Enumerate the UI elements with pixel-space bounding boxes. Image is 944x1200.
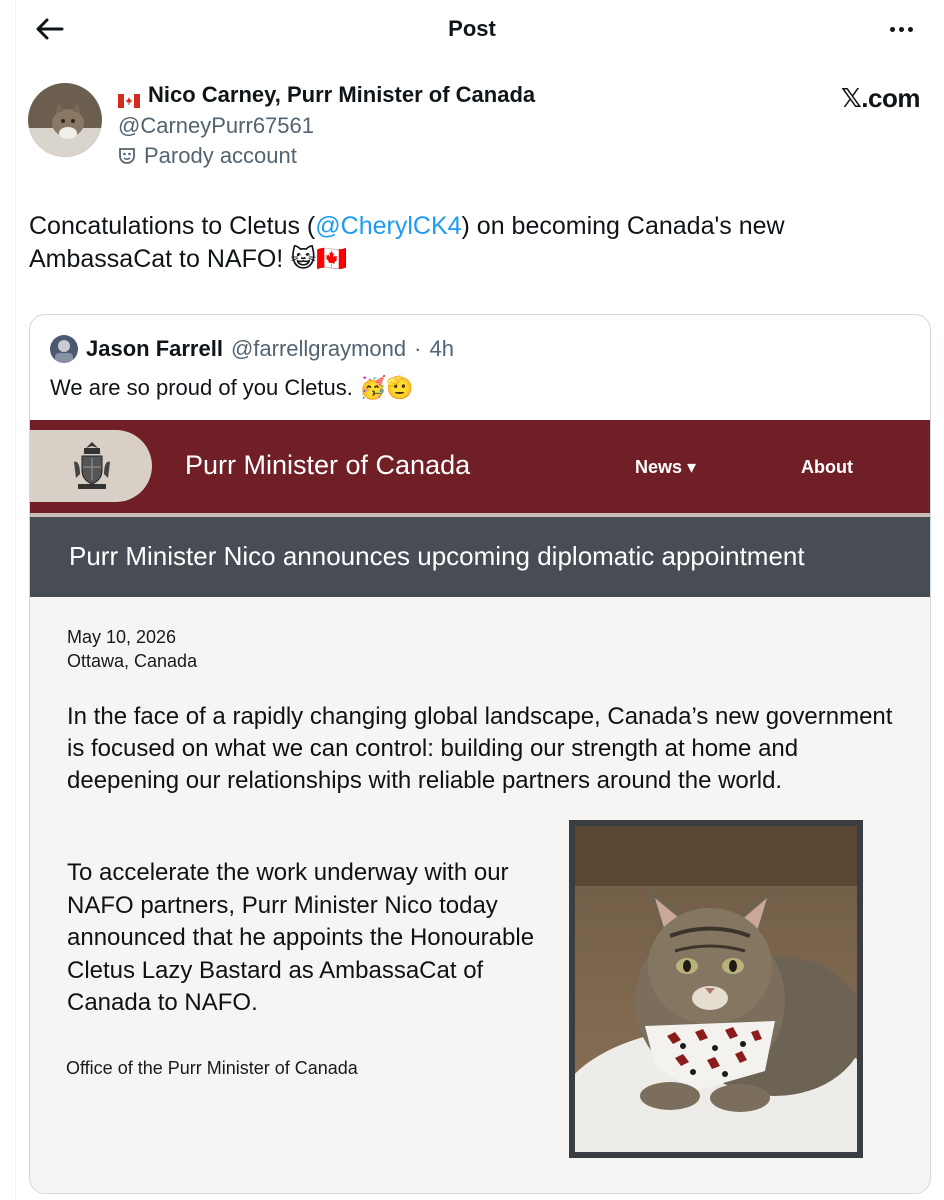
article-paragraph-1: In the face of a rapidly changing global… [67,703,893,794]
quote-text: We are so proud of you Cletus. 🥳🫡 [50,375,414,400]
quote-header: Jason Farrell @farrellgraymond · 4h [50,335,454,363]
crest-tab [30,430,152,502]
quote-time: 4h [429,336,454,361]
page-title: Post [448,16,496,41]
quote-avatar[interactable] [50,335,78,363]
nav-about: About [801,457,853,477]
parody-label: Parody account [144,143,297,168]
headline-band: Purr Minister Nico announces upcoming di… [30,517,930,597]
coat-of-arms-icon [74,442,110,489]
quote-author-handle: @farrellgraymond [230,336,407,361]
article-headline: Purr Minister Nico announces upcoming di… [69,541,805,571]
embedded-screenshot[interactable]: Purr Minister of Canada News ▾ About Pur… [30,420,930,1193]
article-location: Ottawa, Canada [67,651,198,671]
site-banner: Purr Minister of Canada News ▾ About [30,420,930,513]
article-paragraph-2: To accelerate the work underway with our… [67,859,535,1016]
author-avatar[interactable] [28,83,102,157]
cat-photo [569,820,863,1158]
post-text: Concatulations to Cletus (@CherylCK4) on… [29,212,785,273]
site-title: Purr Minister of Canada [185,450,471,480]
article-signature: Office of the Purr Minister of Canada [66,1058,358,1078]
author-handle[interactable]: @CarneyPurr67561 [118,113,314,139]
author-name: Nico Carney, Purr Minister of Canada [148,82,536,107]
cat-illustration [575,826,857,1152]
canada-flag-icon [118,88,140,108]
more-options-icon [889,26,895,32]
top-bar: Post [0,0,944,60]
parody-badge: Parody account [118,143,297,169]
quote-separator: · [414,336,422,361]
author-name-row[interactable]: Nico Carney, Purr Minister of Canada [118,82,535,108]
quoted-post[interactable]: Jason Farrell @farrellgraymond · 4h We a… [29,314,931,1194]
mention-link[interactable]: @CherylCK4 [315,212,461,240]
quote-author-name: Jason Farrell [86,336,223,361]
source-watermark: 𝕏.com [840,83,921,113]
parody-mask-icon [119,148,135,164]
article-date: May 10, 2026 [67,627,177,647]
more-options-button[interactable] [884,14,918,44]
nav-news: News ▾ [635,457,697,477]
timeline-border [15,0,16,1200]
